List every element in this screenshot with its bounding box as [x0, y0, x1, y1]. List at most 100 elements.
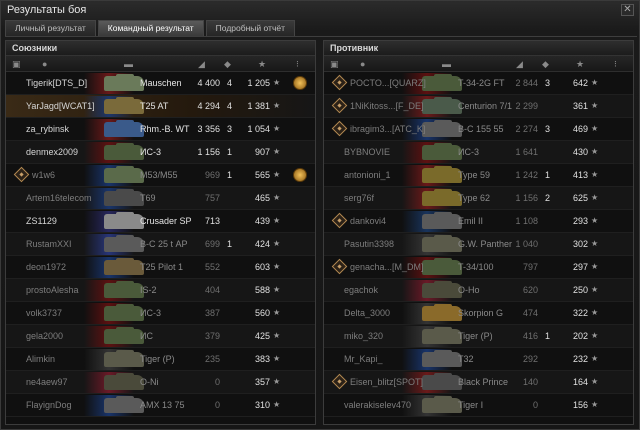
clan-emblem-icon — [331, 258, 348, 275]
player-name: gela2000 — [26, 331, 64, 341]
player-name: ZS1129 — [26, 216, 57, 226]
player-icon[interactable]: ● — [42, 59, 47, 69]
damage-value: 140 — [522, 377, 538, 387]
tank-name: Type 59 — [458, 170, 491, 180]
xp-star-icon: ★ — [273, 239, 281, 248]
squad-icon[interactable]: ▣ — [12, 59, 21, 70]
player-name: miko_320 — [344, 331, 384, 341]
damage-value: 1 156 — [515, 193, 538, 203]
player-name: ibragim3...[ATC_K] — [350, 124, 426, 134]
table-row[interactable]: ibragim3...[ATC_K] В-С 155 55 2 274 3 469 ★ — [324, 118, 633, 141]
table-row[interactable]: Mr_Kapi_ T32 292 232 ★ — [324, 348, 633, 371]
table-row[interactable]: gela2000 ИС 379 425 ★ — [6, 325, 315, 348]
tank-name: Emil II — [458, 216, 484, 226]
achievement-medal-icon[interactable] — [293, 76, 307, 90]
tank-icon — [422, 235, 462, 252]
table-row[interactable]: antonioni_1 Type 59 1 242 1 413 ★ — [324, 164, 633, 187]
xp-star-icon: ★ — [591, 193, 599, 202]
xp-star-icon: ★ — [273, 308, 281, 317]
table-row[interactable]: volk3737 ИС-3 387 560 ★ — [6, 302, 315, 325]
enemies-column-header: ▣ ● ▬ ◢ ◆ ★ ⁝ — [324, 56, 633, 72]
enemies-title: Противник — [324, 41, 633, 56]
squad-icon[interactable]: ▣ — [330, 59, 339, 70]
xp-value: 297 — [572, 262, 588, 272]
table-row[interactable]: YarJagd[WCAT1] T25 AT 4 294 4 1 381 ★ — [6, 95, 315, 118]
tank-icon — [104, 281, 144, 298]
clan-emblem-icon — [13, 166, 30, 183]
table-row[interactable]: Delta_3000 Skorpion G 474 322 ★ — [324, 302, 633, 325]
player-name: valerakiselev470 — [344, 400, 412, 410]
xp-star-icon: ★ — [273, 170, 281, 179]
table-row[interactable]: RustamXXI В-С 25 t АР 699 1 424 ★ — [6, 233, 315, 256]
tank-icon — [104, 396, 144, 413]
tank-name: M53/M55 — [140, 170, 178, 180]
tank-icon — [422, 143, 462, 160]
damage-value: 1 641 — [515, 147, 538, 157]
table-row[interactable]: Tigerik[DTS_D] Mauschen 4 400 4 1 205 ★ — [6, 72, 315, 95]
xp-value: 164 — [572, 377, 588, 387]
table-row[interactable]: genacha...[M_DM] T-34/100 797 297 ★ — [324, 256, 633, 279]
tab-personal-result[interactable]: Личный результат — [5, 20, 96, 36]
xp-star-icon: ★ — [591, 377, 599, 386]
kills-icon[interactable]: ◆ — [542, 59, 549, 70]
achievement-medal-icon[interactable] — [293, 168, 307, 182]
xp-star-icon: ★ — [273, 331, 281, 340]
tab-team-result[interactable]: Командный результат — [97, 20, 204, 36]
damage-value: 1 040 — [515, 239, 538, 249]
xp-star-icon: ★ — [273, 193, 281, 202]
table-row[interactable]: POCTO...[QUARZ] T-34-2G FT 2 844 3 642 ★ — [324, 72, 633, 95]
player-name: denmex2009 — [26, 147, 79, 157]
table-row[interactable]: 1NiKitoss...[F_DE] Centurion 7/1 2 299 361 ★ — [324, 95, 633, 118]
table-row[interactable]: ZS1129 Crusader SP 713 439 ★ — [6, 210, 315, 233]
table-row[interactable]: Pasutin3398 G.W. Panther 1 040 302 ★ — [324, 233, 633, 256]
table-row[interactable]: Eisen_blitz[SPOT] Black Prince 140 164 ★ — [324, 371, 633, 394]
tank-icon — [104, 212, 144, 229]
table-row[interactable]: BYBNOVIE ИС-3 1 641 430 ★ — [324, 141, 633, 164]
damage-value: 757 — [204, 193, 220, 203]
table-row[interactable]: dankovi4 Emil II 1 108 293 ★ — [324, 210, 633, 233]
damage-value: 0 — [214, 400, 220, 410]
damage-value: 797 — [522, 262, 538, 272]
tank-icon — [104, 166, 144, 183]
tank-icon — [422, 166, 462, 183]
kills-value: 1 — [226, 239, 232, 249]
tank-name: IS-2 — [140, 285, 157, 295]
table-row[interactable]: egachok O-Ho 620 250 ★ — [324, 279, 633, 302]
table-row[interactable]: w1w6 M53/M55 969 1 565 ★ — [6, 164, 315, 187]
table-row[interactable]: za_rybinsk Rhm.-B. WT 3 356 3 1 054 ★ — [6, 118, 315, 141]
player-name: FlayignDog — [26, 400, 72, 410]
damage-icon[interactable]: ◢ — [198, 59, 205, 70]
table-row[interactable]: miko_320 Tiger (P) 416 1 202 ★ — [324, 325, 633, 348]
medal-icon[interactable]: ⁝ — [296, 59, 299, 70]
table-row[interactable]: denmex2009 ИС-3 1 156 1 907 ★ — [6, 141, 315, 164]
clan-emblem-icon — [331, 74, 348, 91]
xp-icon[interactable]: ★ — [258, 59, 266, 70]
player-name: YarJagd[WCAT1] — [26, 101, 95, 111]
xp-star-icon: ★ — [591, 400, 599, 409]
table-row[interactable]: FlayignDog AMX 13 75 0 310 ★ — [6, 394, 315, 417]
xp-value: 232 — [572, 354, 588, 364]
kills-icon[interactable]: ◆ — [224, 59, 231, 70]
damage-icon[interactable]: ◢ — [516, 59, 523, 70]
table-row[interactable]: deon1972 T25 Pilot 1 552 603 ★ — [6, 256, 315, 279]
tank-icon — [104, 258, 144, 275]
tank-icon[interactable]: ▬ — [442, 59, 451, 69]
close-button[interactable]: ✕ — [621, 4, 634, 16]
tab-detailed-report[interactable]: Подробный отчёт — [205, 20, 295, 36]
player-name: Eisen_blitz[SPOT] — [350, 377, 424, 387]
medal-icon[interactable]: ⁝ — [614, 59, 617, 70]
table-row[interactable]: valerakiselev470 Tiger I 0 156 ★ — [324, 394, 633, 417]
table-row[interactable]: ne4aew97 O-Ni 0 357 ★ — [6, 371, 315, 394]
table-row[interactable]: Artem16telecom T69 757 465 ★ — [6, 187, 315, 210]
player-icon[interactable]: ● — [360, 59, 365, 69]
table-row[interactable]: Alimkin Tiger (P) 235 383 ★ — [6, 348, 315, 371]
xp-star-icon: ★ — [591, 78, 599, 87]
table-row[interactable]: serg76f Type 62 1 156 2 625 ★ — [324, 187, 633, 210]
xp-icon[interactable]: ★ — [576, 59, 584, 70]
tank-icon[interactable]: ▬ — [124, 59, 133, 69]
player-name: POCTO...[QUARZ] — [350, 78, 426, 88]
xp-value: 424 — [254, 239, 270, 249]
player-name: prostoAlesha — [26, 285, 79, 295]
damage-value: 292 — [522, 354, 538, 364]
table-row[interactable]: prostoAlesha IS-2 404 588 ★ — [6, 279, 315, 302]
